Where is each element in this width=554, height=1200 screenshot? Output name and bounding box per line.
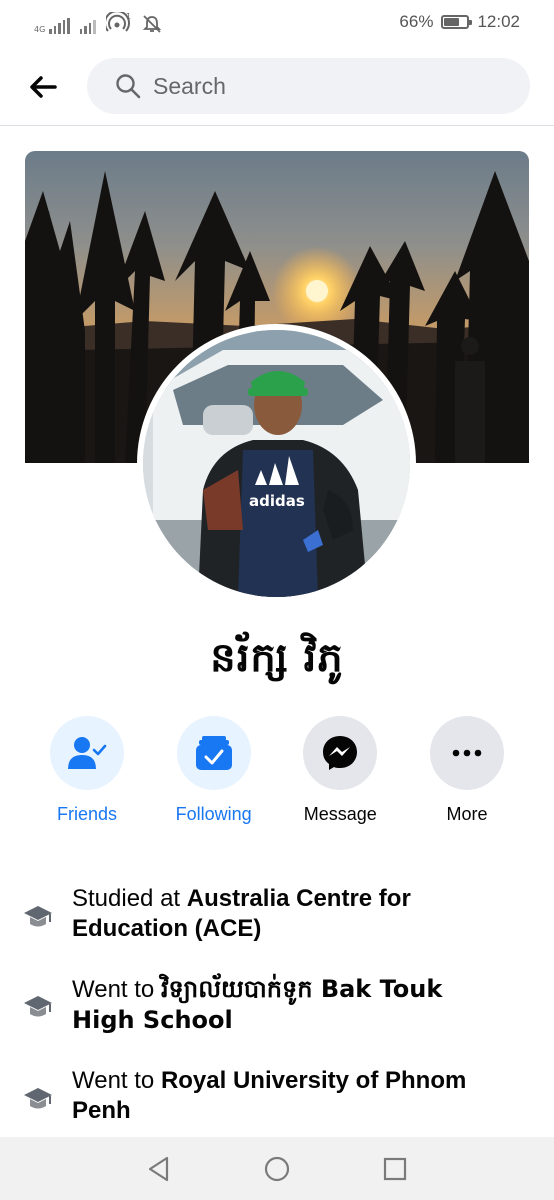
intro-item-education[interactable]: Went to វិទ្យាល័យបាក់ទូក Bak Touk High S… <box>22 974 532 1036</box>
svg-text:adidas: adidas <box>249 492 305 510</box>
message-button[interactable]: Message <box>277 716 403 825</box>
status-bar: 4G 1 66% 12:02 <box>0 0 554 46</box>
profile-name: នរ័ក្ស វិភូ <box>210 635 344 681</box>
education-icon <box>24 996 52 1017</box>
search-input[interactable] <box>153 72 493 100</box>
more-button-circle <box>429 716 504 790</box>
signal-strength-2-icon <box>79 18 96 34</box>
intro-item-text: Went to វិទ្យាល័យបាក់ទូក Bak Touk High S… <box>72 974 502 1036</box>
following-button-circle <box>176 716 251 790</box>
intro-prefix: Went to <box>72 976 161 1003</box>
hotspot-icon: 1 <box>105 12 131 32</box>
battery-percent: 66% <box>399 12 434 31</box>
status-icons-right: 66% 12:02 <box>399 12 520 32</box>
intro-prefix: Studied at <box>72 885 187 912</box>
intro-item-text: Studied at Australia Centre for Educatio… <box>72 884 502 944</box>
search-icon <box>116 74 141 99</box>
intro-item-text: Went to Royal University of Phnom Penh <box>72 1066 502 1126</box>
friends-button-label: Friends <box>56 804 118 824</box>
signal-strength-icon <box>49 18 70 34</box>
arrow-left-icon <box>30 76 57 98</box>
more-button-label: More <box>446 804 488 824</box>
more-icon <box>452 749 482 757</box>
following-button[interactable]: Following <box>151 716 277 825</box>
back-button[interactable] <box>24 68 62 106</box>
recents-square-icon[interactable] <box>381 1155 409 1183</box>
intro-item-education[interactable]: Studied at Australia Centre for Educatio… <box>22 884 532 944</box>
education-icon <box>24 1088 52 1109</box>
message-button-circle <box>303 716 378 790</box>
svg-text:1: 1 <box>126 12 131 21</box>
profile-avatar[interactable]: adidas <box>137 324 416 603</box>
network-type-label: 4G <box>34 25 46 34</box>
battery-icon <box>441 15 473 29</box>
friends-icon <box>68 737 107 769</box>
home-circle-icon[interactable] <box>263 1155 291 1183</box>
education-icon <box>24 906 52 927</box>
system-nav-bar <box>0 1137 554 1200</box>
intro-prefix: Went to <box>72 1067 161 1094</box>
search-box[interactable] <box>87 58 530 114</box>
more-button[interactable]: More <box>404 716 530 825</box>
mute-icon <box>142 15 161 33</box>
friends-button-circle <box>50 716 124 790</box>
profile-actions: Friends Following Message More <box>24 716 530 825</box>
message-button-label: Message <box>303 804 377 824</box>
friends-button[interactable]: Friends <box>24 716 150 825</box>
following-icon <box>195 736 232 770</box>
avatar-image: adidas <box>143 330 410 597</box>
messenger-icon <box>323 736 358 770</box>
top-search-bar <box>0 46 554 126</box>
back-triangle-icon[interactable] <box>145 1155 173 1183</box>
battery-level <box>444 18 459 26</box>
intro-item-education[interactable]: Went to Royal University of Phnom Penh <box>22 1066 532 1126</box>
status-icons-left: 4G 1 <box>34 12 162 34</box>
clock: 12:02 <box>477 12 520 31</box>
following-button-label: Following <box>175 804 252 824</box>
intro-list: Studied at Australia Centre for Educatio… <box>22 884 532 1156</box>
